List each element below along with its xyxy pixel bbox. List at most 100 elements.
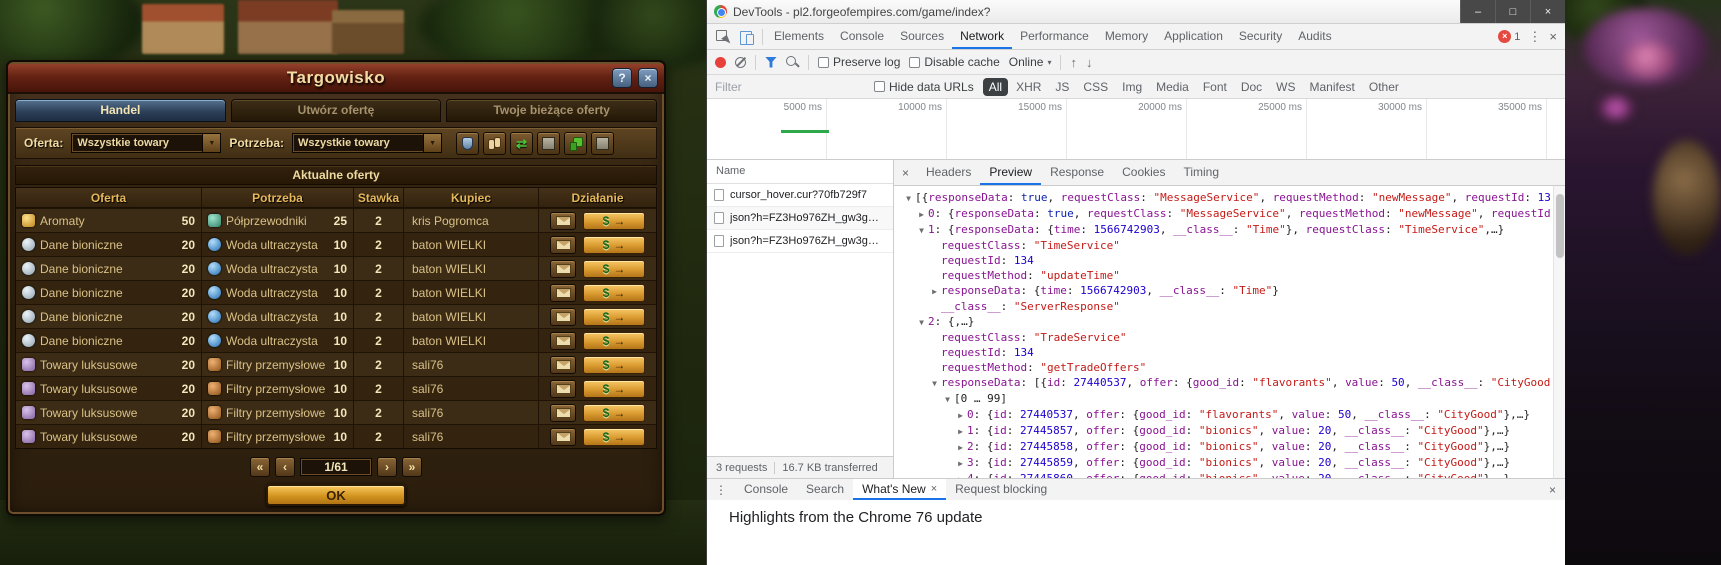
collapse-arrow-icon[interactable]: ▼ — [928, 376, 941, 391]
close-button[interactable]: × — [638, 68, 658, 88]
message-seller-button[interactable] — [550, 403, 576, 422]
preview-line[interactable]: ▼ responseData: [{id: 27440537, offer: {g… — [896, 375, 1551, 391]
accept-trade-button[interactable]: $ → — [583, 211, 645, 230]
inspect-element-button[interactable] — [711, 24, 735, 49]
dropdown-arrow-icon[interactable]: ▼ — [202, 134, 221, 152]
hide-data-urls-checkbox[interactable]: Hide data URLs — [874, 80, 974, 94]
collapse-arrow-icon[interactable]: ▼ — [902, 191, 915, 206]
shield-filter-button[interactable] — [456, 131, 480, 155]
accept-trade-button[interactable]: $ → — [583, 259, 645, 278]
tab-audits[interactable]: Audits — [1290, 24, 1339, 49]
devtools-close-icon[interactable]: × — [1549, 29, 1557, 44]
disable-cache-checkbox[interactable]: Disable cache — [909, 55, 1000, 69]
acceptable-trades-filter-button[interactable] — [564, 131, 588, 155]
drawer-tab-console[interactable]: Console — [735, 479, 797, 500]
filter-input[interactable] — [715, 79, 865, 94]
accept-trade-button[interactable]: $ → — [583, 427, 645, 446]
timeline-overview[interactable]: 5000 ms 10000 ms 15000 ms 20000 ms 25000 ms 3… — [707, 99, 1565, 160]
tab-security[interactable]: Security — [1231, 24, 1290, 49]
last-page-button[interactable]: » — [402, 457, 422, 477]
accept-trade-button[interactable]: $ → — [583, 235, 645, 254]
tab-utworz-oferte[interactable]: Utwórz ofertę — [230, 99, 442, 122]
offer-filter-select[interactable]: Wszystkie towary ▼ — [71, 133, 222, 153]
message-seller-button[interactable] — [550, 355, 576, 374]
accept-trade-button[interactable]: $ → — [583, 379, 645, 398]
filter-type-other[interactable]: Other — [1363, 78, 1405, 96]
message-seller-button[interactable] — [550, 379, 576, 398]
tab-application[interactable]: Application — [1156, 24, 1231, 49]
first-page-button[interactable]: « — [250, 457, 270, 477]
accept-trade-button[interactable]: $ → — [583, 331, 645, 350]
minimize-button[interactable]: – — [1460, 0, 1495, 23]
tab-performance[interactable]: Performance — [1012, 24, 1097, 49]
filter-type-media[interactable]: Media — [1150, 78, 1195, 96]
filter-slot-button[interactable] — [537, 131, 561, 155]
preview-line[interactable]: ▶ 1: {id: 27445857, offer: {good_id: "bio… — [896, 423, 1551, 439]
prev-page-button[interactable]: ‹ — [275, 457, 295, 477]
drawer-tab-what-s-new[interactable]: What's New × — [853, 479, 947, 500]
next-page-button[interactable]: › — [377, 457, 397, 477]
collapse-arrow-icon[interactable]: ▼ — [915, 223, 928, 238]
accept-trade-button[interactable]: $ → — [583, 355, 645, 374]
need-filter-select[interactable]: Wszystkie towary ▼ — [292, 133, 443, 153]
filter-type-css[interactable]: CSS — [1077, 78, 1114, 96]
detail-tab-cookies[interactable]: Cookies — [1113, 160, 1174, 185]
kebab-menu-icon[interactable]: ⋮ — [1528, 29, 1541, 45]
message-seller-button[interactable] — [550, 259, 576, 278]
tab-network[interactable]: Network — [952, 24, 1013, 49]
preview-line[interactable]: ▶ 3: {id: 27445859, offer: {good_id: "bio… — [896, 455, 1551, 471]
filter-slot-button[interactable] — [591, 131, 615, 155]
filter-type-ws[interactable]: WS — [1270, 78, 1301, 96]
filter-type-manifest[interactable]: Manifest — [1304, 78, 1361, 96]
filter-type-font[interactable]: Font — [1197, 78, 1233, 96]
drawer-close-icon[interactable]: × — [1540, 479, 1565, 500]
players-filter-button[interactable] — [483, 131, 507, 155]
clear-icon[interactable] — [735, 56, 746, 68]
tab-handel[interactable]: Handel — [15, 99, 226, 122]
message-seller-button[interactable] — [550, 307, 576, 326]
help-button[interactable]: ? — [612, 68, 632, 88]
request-row[interactable]: json?h=FZ3Ho976ZH_gw3gM… — [707, 230, 893, 253]
expand-arrow-icon[interactable]: ▶ — [954, 408, 967, 423]
preview-line[interactable]: ▼ 1: {responseData: {time: 1566742903, __… — [896, 222, 1551, 238]
maximize-button[interactable]: □ — [1495, 0, 1530, 23]
export-har-icon[interactable]: ↓ — [1086, 55, 1093, 70]
tab-sources[interactable]: Sources — [892, 24, 952, 49]
throttling-select[interactable]: Online ▾ — [1009, 55, 1052, 69]
detail-close-icon[interactable]: × — [894, 160, 917, 185]
preview-line[interactable]: ▶ responseData: {time: 1566742903, __clas… — [896, 283, 1551, 299]
request-row[interactable]: cursor_hover.cur?70fb729f7 — [707, 184, 893, 207]
request-row[interactable]: json?h=FZ3Ho976ZH_gw3gM… — [707, 207, 893, 230]
scrollbar-thumb[interactable] — [1556, 194, 1564, 258]
message-seller-button[interactable] — [550, 283, 576, 302]
detail-tab-preview[interactable]: Preview — [980, 160, 1042, 185]
preview-line[interactable]: ▶4: {id: 27445860, offer: {good_id: "bio… — [896, 471, 1551, 478]
preview-line[interactable]: ▼ 2: {,…} — [896, 314, 1551, 330]
tab-close-icon[interactable]: × — [931, 483, 937, 495]
expand-arrow-icon[interactable]: ▶ — [928, 284, 941, 299]
preserve-log-checkbox[interactable]: Preserve log — [818, 55, 900, 69]
preview-line[interactable]: ▶ 2: {id: 27445858, offer: {good_id: "bio… — [896, 439, 1551, 455]
tab-twoje-biezace-oferty[interactable]: Twoje bieżące oferty — [446, 99, 658, 122]
detail-tab-response[interactable]: Response — [1041, 160, 1113, 185]
message-seller-button[interactable] — [550, 427, 576, 446]
device-toolbar-button[interactable] — [735, 24, 759, 49]
fair-trade-filter-button[interactable]: ⇄ — [510, 131, 534, 155]
accept-trade-button[interactable]: $ → — [583, 283, 645, 302]
drawer-tab-request-blocking[interactable]: Request blocking — [946, 479, 1056, 500]
expand-arrow-icon[interactable]: ▶ — [915, 207, 928, 222]
window-close-button[interactable]: × — [1530, 0, 1565, 23]
detail-tab-timing[interactable]: Timing — [1174, 160, 1228, 185]
preview-line[interactable]: ▼ [{responseData: true, requestClass: "Me… — [896, 190, 1551, 206]
tab-console[interactable]: Console — [832, 24, 892, 49]
message-seller-button[interactable] — [550, 211, 576, 230]
expand-arrow-icon[interactable]: ▶ — [954, 424, 967, 439]
dropdown-arrow-icon[interactable]: ▼ — [423, 134, 442, 152]
collapse-arrow-icon[interactable]: ▼ — [915, 315, 928, 330]
record-button[interactable] — [715, 56, 726, 68]
expand-arrow-icon[interactable]: ▶ — [954, 440, 967, 455]
filter-type-js[interactable]: JS — [1049, 78, 1075, 96]
filter-type-xhr[interactable]: XHR — [1010, 78, 1047, 96]
filter-type-all[interactable]: All — [982, 77, 1009, 96]
message-seller-button[interactable] — [550, 331, 576, 350]
